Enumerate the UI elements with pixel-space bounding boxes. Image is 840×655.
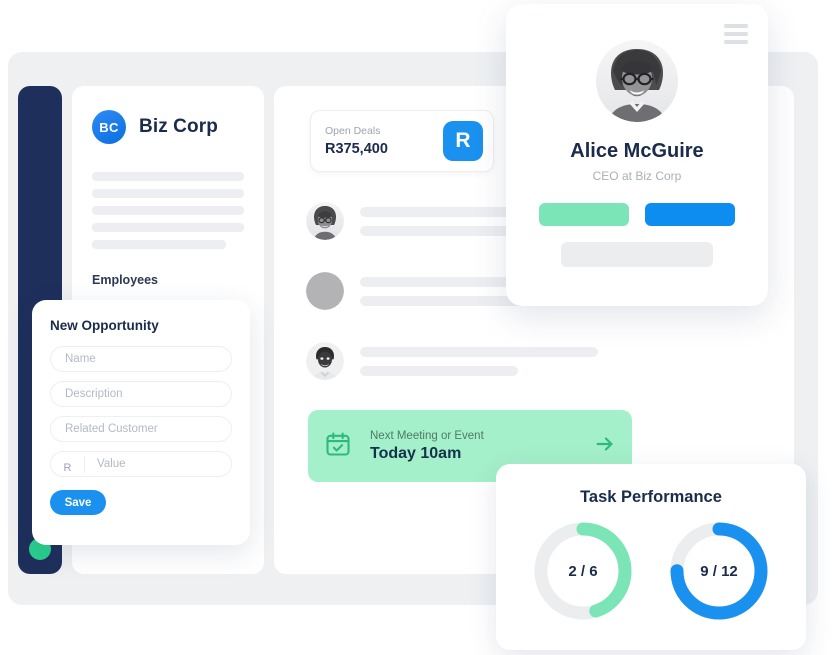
secondary-action-button[interactable] xyxy=(645,203,735,226)
company-detail-skeleton xyxy=(72,144,264,249)
avatar xyxy=(306,202,344,240)
skeleton-line xyxy=(92,240,226,249)
calendar-check-icon xyxy=(324,430,352,463)
value-placeholder: Value xyxy=(97,458,126,470)
company-logo: BC xyxy=(92,110,126,144)
screenshot-stage: BC Biz Corp Employees Open Deals R375,40… xyxy=(0,0,840,655)
company-name: Biz Corp xyxy=(139,116,218,137)
company-header: BC Biz Corp xyxy=(72,86,264,144)
open-deals-label: Open Deals xyxy=(325,125,381,137)
rand-currency-icon: R xyxy=(443,121,483,161)
meeting-subtitle: Next Meeting or Event xyxy=(370,429,484,442)
currency-prefix: R xyxy=(51,455,85,474)
profile-actions xyxy=(506,203,768,226)
new-opportunity-card: New Opportunity Name Description Related… xyxy=(32,300,250,545)
profile-card: Alice McGuire CEO at Biz Corp xyxy=(506,4,768,306)
donut-chart-blue: 9 / 12 xyxy=(667,519,771,623)
meeting-text: Next Meeting or Event Today 10am xyxy=(370,430,576,463)
task-performance-card: Task Performance 2 / 6 9 / 12 xyxy=(496,464,806,650)
description-field[interactable]: Description xyxy=(50,381,232,407)
avatar xyxy=(596,40,678,122)
profile-role: CEO at Biz Corp xyxy=(592,169,682,183)
donut-chart-group: 2 / 6 9 / 12 xyxy=(496,519,806,623)
donut-label-blue: 9 / 12 xyxy=(700,562,738,580)
skeleton-line xyxy=(360,365,518,376)
donut-chart-green: 2 / 6 xyxy=(531,519,635,623)
avatar xyxy=(306,272,344,310)
skeleton-line xyxy=(92,223,244,232)
open-deals-text: Open Deals R375,400 xyxy=(325,125,388,157)
avatar xyxy=(306,342,344,380)
profile-detail-skeleton xyxy=(561,242,713,267)
hamburger-bar xyxy=(724,24,748,28)
hamburger-bar xyxy=(724,40,748,44)
list-item[interactable] xyxy=(306,342,598,380)
donut-label-green: 2 / 6 xyxy=(568,562,598,580)
value-field[interactable]: R Value xyxy=(50,451,232,477)
skeleton-line xyxy=(92,206,244,215)
open-deals-value: R375,400 xyxy=(325,141,388,157)
meeting-title: Today 10am xyxy=(370,444,462,462)
task-performance-title: Task Performance xyxy=(580,488,722,506)
page-title: New Opportunity xyxy=(50,318,159,333)
hamburger-bar xyxy=(724,32,748,36)
profile-name: Alice McGuire xyxy=(570,140,704,162)
primary-action-button[interactable] xyxy=(539,203,629,226)
related-customer-field[interactable]: Related Customer xyxy=(50,416,232,442)
save-button[interactable]: Save xyxy=(50,490,106,515)
arrow-right-icon[interactable] xyxy=(594,433,616,460)
list-item-skeleton xyxy=(360,346,598,376)
skeleton-line xyxy=(360,346,598,357)
skeleton-line xyxy=(92,189,244,198)
open-deals-card[interactable]: Open Deals R375,400 R xyxy=(310,110,494,172)
name-field[interactable]: Name xyxy=(50,346,232,372)
employees-label: Employees xyxy=(92,273,159,287)
skeleton-line xyxy=(92,172,244,181)
hamburger-menu-icon[interactable] xyxy=(724,24,748,48)
